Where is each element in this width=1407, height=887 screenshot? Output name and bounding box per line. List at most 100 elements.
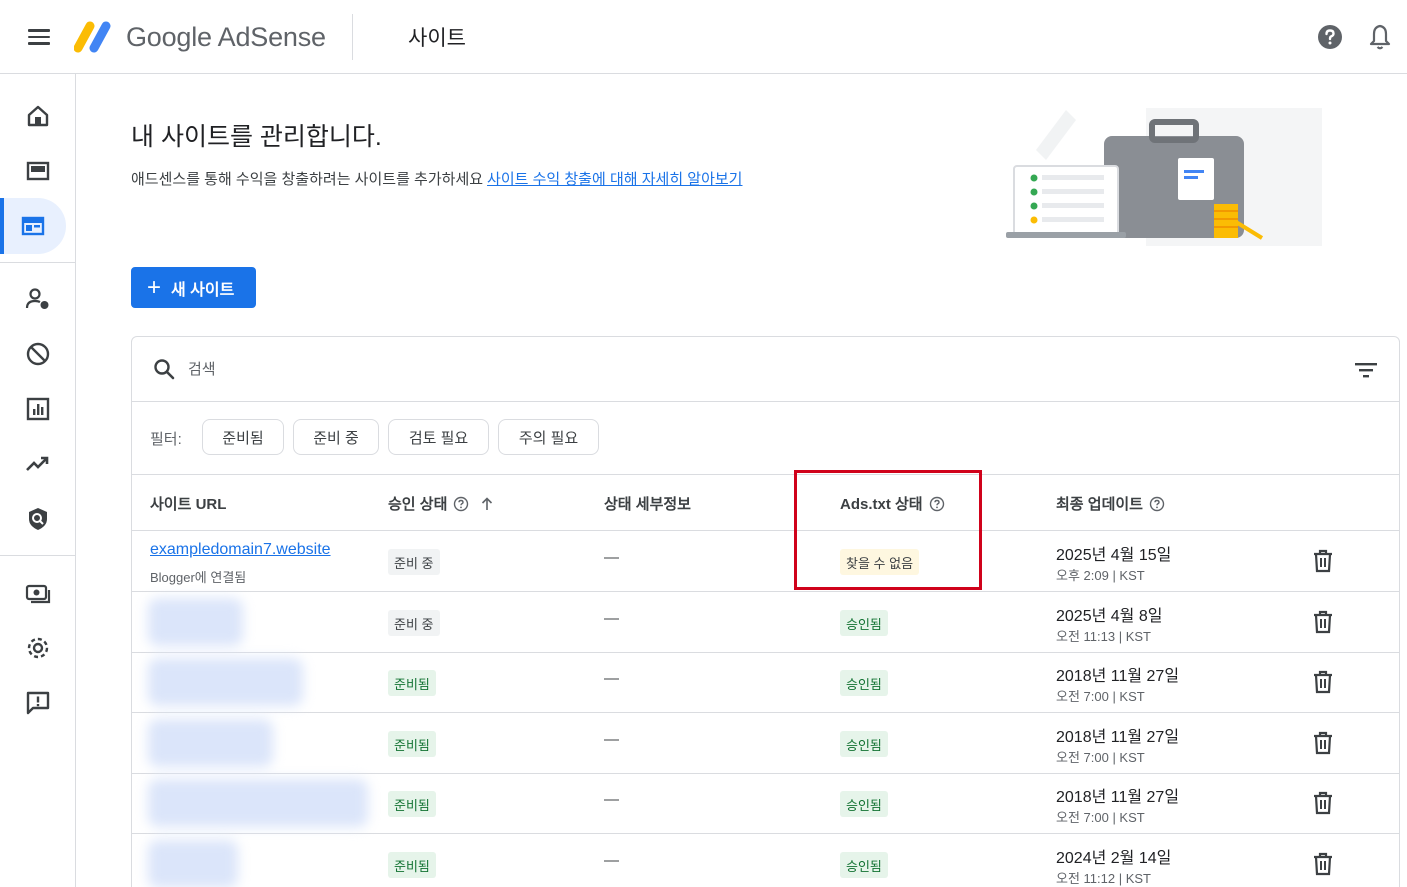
ads-txt-status-badge: 승인됨	[840, 670, 888, 696]
sites-illustration	[1006, 108, 1322, 246]
search-input[interactable]	[188, 357, 788, 381]
table-row: 준비됨 — 승인됨 2024년 2월 14일 오전 11:12 | KST	[132, 834, 1399, 887]
last-updated-time: 오전 11:12 | KST	[1056, 871, 1151, 886]
top-app-bar: Google AdSense 사이트	[0, 0, 1407, 74]
nav-blocking-controls[interactable]	[0, 326, 76, 382]
page-title: 사이트	[408, 27, 466, 50]
approval-status-badge: 준비됨	[388, 791, 436, 817]
column-approval-status-label: 승인 상태	[388, 496, 448, 513]
block-icon	[26, 342, 50, 366]
column-last-updated-label: 최종 업데이트	[1056, 496, 1143, 513]
nav-reports[interactable]	[0, 381, 76, 437]
table-row: 준비됨 — 승인됨 2018년 11월 27일 오전 7:00 | KST	[132, 652, 1399, 713]
hero-subtitle-text: 애드센스를 통해 수익을 창출하려는 사이트를 추가하세요	[131, 171, 484, 188]
column-last-updated[interactable]: 최종 업데이트	[1056, 493, 1165, 514]
filter-chips: 필터: 준비됨 준비 중 검토 필요 주의 필요	[132, 402, 1399, 475]
approval-status-badge: 준비됨	[388, 670, 436, 696]
table-header: 사이트 URL 승인 상태 상태 세부정보 Ads.txt 상태 최종 업데이트	[132, 475, 1399, 531]
nav-settings[interactable]	[0, 620, 76, 676]
blurred-site-url	[148, 658, 303, 706]
column-status-details-label: 상태 세부정보	[604, 496, 691, 513]
delete-icon[interactable]	[1312, 549, 1334, 573]
notifications-bell-icon[interactable]	[1367, 23, 1393, 51]
payments-icon	[25, 584, 51, 604]
sites-icon	[21, 216, 45, 236]
blurred-site-url	[148, 598, 243, 646]
status-details-value: —	[604, 610, 619, 627]
last-updated-time: 오전 7:00 | KST	[1056, 750, 1145, 765]
nav-ads[interactable]	[0, 143, 76, 199]
table-row: 준비 중 — 승인됨 2025년 4월 8일 오전 11:13 | KST	[132, 592, 1399, 653]
last-updated-date: 2025년 4월 8일	[1056, 608, 1163, 625]
account-icon	[25, 288, 49, 309]
column-site-url-label: 사이트 URL	[150, 496, 227, 513]
filter-chip-ready[interactable]: 준비됨	[202, 419, 284, 455]
ads-txt-status-badge: 승인됨	[840, 791, 888, 817]
last-updated-date: 2018년 11월 27일	[1056, 789, 1180, 806]
approval-status-badge: 준비 중	[388, 610, 440, 636]
main-menu-button[interactable]	[22, 22, 56, 52]
new-site-button-label: 새 사이트	[171, 281, 235, 299]
search-bar	[132, 337, 1399, 402]
nav-divider	[0, 555, 76, 556]
last-updated-time: 오전 7:00 | KST	[1056, 810, 1145, 825]
sites-table-card: 필터: 준비됨 준비 중 검토 필요 주의 필요 사이트 URL 승인 상태 상…	[131, 336, 1400, 887]
status-details-value: —	[604, 791, 619, 808]
table-row: 준비됨 — 승인됨 2018년 11월 27일 오전 7:00 | KST	[132, 773, 1399, 834]
approval-status-badge: 준비 중	[388, 549, 440, 575]
site-url-link[interactable]: exampledomain7.website	[150, 541, 331, 559]
ads-txt-status-badge: 승인됨	[840, 731, 888, 757]
new-site-button[interactable]: + 새 사이트	[131, 267, 256, 308]
nav-home[interactable]	[0, 88, 76, 144]
table-row: exampledomain7.website Blogger에 연결됨 준비 중…	[132, 531, 1399, 592]
last-updated-date: 2018년 11월 27일	[1056, 729, 1180, 746]
filter-chip-getting-ready[interactable]: 준비 중	[293, 419, 379, 455]
hero-subtitle: 애드센스를 통해 수익을 창출하려는 사이트를 추가하세요 사이트 수익 창출에 …	[131, 168, 743, 189]
search-icon	[154, 359, 175, 380]
blurred-site-url	[148, 719, 273, 767]
status-details-value: —	[604, 731, 619, 748]
adsense-logo-icon[interactable]	[74, 18, 114, 54]
last-updated-date: 2024년 2월 14일	[1056, 850, 1172, 867]
last-updated-time: 오전 11:13 | KST	[1056, 629, 1151, 644]
column-status-details[interactable]: 상태 세부정보	[604, 493, 691, 514]
sort-ascending-arrow-icon[interactable]	[479, 496, 495, 512]
nav-account-access[interactable]	[0, 271, 76, 327]
nav-feedback[interactable]	[0, 675, 76, 731]
help-icon[interactable]	[1316, 23, 1344, 51]
delete-icon[interactable]	[1312, 610, 1334, 634]
status-details-value: —	[604, 549, 619, 566]
nav-sites[interactable]	[0, 198, 66, 254]
column-approval-status[interactable]: 승인 상태	[388, 493, 495, 514]
filter-chip-needs-attention[interactable]: 주의 필요	[498, 419, 599, 455]
reports-icon	[26, 397, 50, 421]
delete-icon[interactable]	[1312, 852, 1334, 876]
last-updated-time: 오전 7:00 | KST	[1056, 689, 1145, 704]
ads-icon	[26, 161, 50, 181]
blurred-site-url	[148, 779, 368, 827]
side-navigation	[0, 74, 76, 887]
approval-status-badge: 준비됨	[388, 731, 436, 757]
hero-title: 내 사이트를 관리합니다.	[131, 123, 382, 151]
nav-privacy-messaging[interactable]	[0, 491, 76, 547]
help-outline-icon[interactable]	[1149, 496, 1165, 512]
delete-icon[interactable]	[1312, 731, 1334, 755]
delete-icon[interactable]	[1312, 670, 1334, 694]
last-updated-date: 2018년 11월 27일	[1056, 668, 1180, 685]
feedback-icon	[26, 691, 50, 715]
filter-chip-needs-review[interactable]: 검토 필요	[388, 419, 489, 455]
nav-payments[interactable]	[0, 565, 76, 621]
brand-name[interactable]: Google AdSense	[126, 22, 326, 53]
delete-icon[interactable]	[1312, 791, 1334, 815]
help-outline-icon[interactable]	[453, 496, 469, 512]
home-icon	[27, 105, 49, 127]
site-platform-note: Blogger에 연결됨	[150, 570, 247, 585]
approval-status-badge: 준비됨	[388, 852, 436, 878]
filter-list-icon[interactable]	[1353, 359, 1379, 381]
blurred-site-url	[148, 840, 238, 887]
learn-more-link[interactable]: 사이트 수익 창출에 대해 자세히 알아보기	[487, 171, 742, 188]
ads-txt-status-badge: 승인됨	[840, 852, 888, 878]
topbar-divider	[352, 14, 353, 60]
column-site-url[interactable]: 사이트 URL	[150, 493, 226, 514]
nav-optimization[interactable]	[0, 436, 76, 492]
